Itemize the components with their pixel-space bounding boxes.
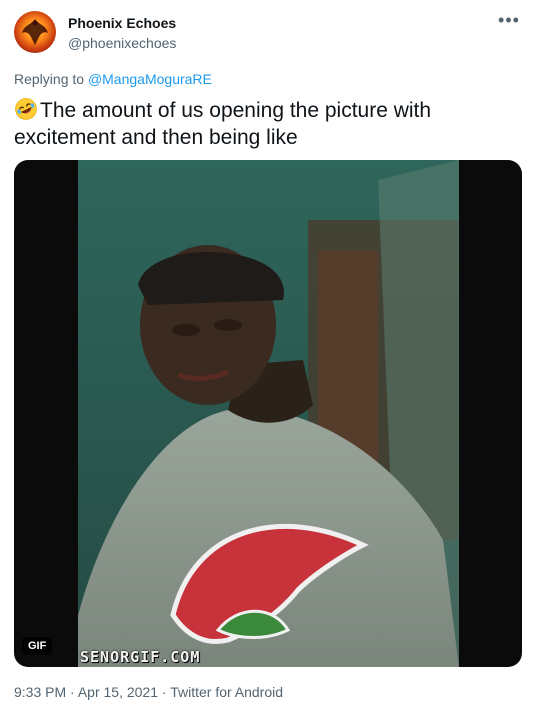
- tweet-meta: 9:33 PM · Apr 15, 2021 · Twitter for And…: [14, 684, 283, 700]
- replying-to: Replying to @MangaMoguraRE: [14, 71, 212, 87]
- phoenix-avatar-icon: [22, 19, 48, 45]
- gif-scene-image: [78, 160, 459, 667]
- author-name[interactable]: Phoenix Echoes: [68, 15, 176, 31]
- more-options-icon[interactable]: •••: [497, 11, 521, 31]
- tweet-client[interactable]: Twitter for Android: [170, 684, 283, 700]
- reply-mention-link[interactable]: @MangaMoguraRE: [88, 71, 212, 87]
- tweet-time[interactable]: 9:33 PM: [14, 684, 66, 700]
- author-handle[interactable]: @phoenixechoes: [68, 35, 176, 51]
- gif-badge: GIF: [22, 637, 53, 655]
- meta-separator: ·: [70, 684, 75, 700]
- replying-prefix: Replying to: [14, 71, 85, 87]
- gif-watermark: SENORGIF.COM: [80, 648, 201, 666]
- avatar[interactable]: [14, 11, 56, 53]
- gif-media[interactable]: GIF SENORGIF.COM: [14, 160, 522, 667]
- tweet-text: The amount of us opening the picture wit…: [14, 97, 519, 151]
- tweet-body: The amount of us opening the picture wit…: [14, 99, 432, 149]
- tweet-date[interactable]: Apr 15, 2021: [78, 684, 158, 700]
- meta-separator: ·: [161, 684, 167, 700]
- rolling-on-floor-laughing-emoji: [15, 98, 37, 120]
- gif-frame: [78, 160, 459, 667]
